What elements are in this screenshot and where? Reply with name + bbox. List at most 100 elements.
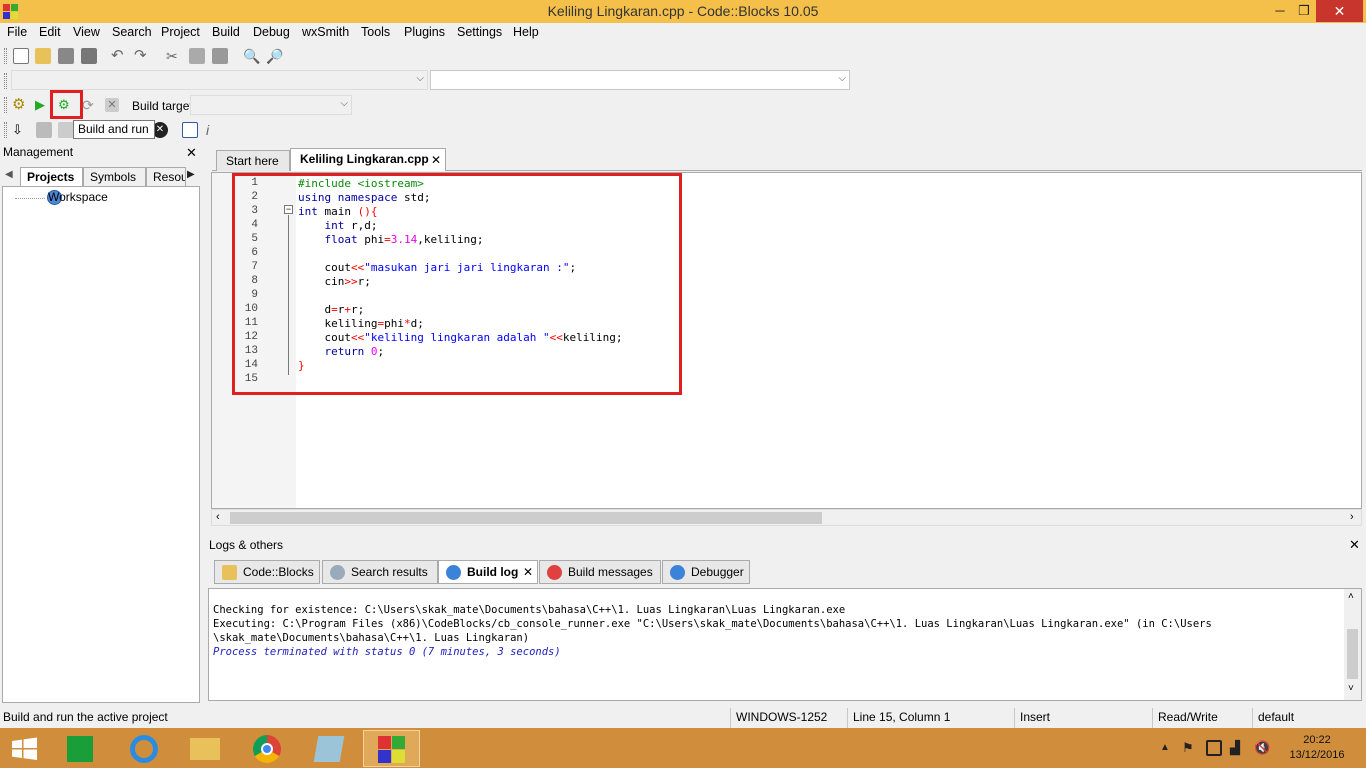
highlight-box-build-and-run: [50, 90, 83, 119]
toolbar-grip[interactable]: [4, 122, 7, 138]
taskbar-clock[interactable]: 20:22 13/12/2016: [1284, 733, 1350, 763]
menu-settings[interactable]: Settings: [457, 25, 502, 39]
volume-muted-icon[interactable]: 🔇: [1254, 740, 1270, 756]
menu-plugins[interactable]: Plugins: [404, 25, 445, 39]
project-tree: Workspace: [2, 186, 200, 703]
debug-step-icon[interactable]: [58, 122, 74, 138]
close-button[interactable]: ✕: [1316, 0, 1363, 22]
taskbar-store-icon[interactable]: [53, 730, 107, 767]
flag-icon[interactable]: ⚑: [1182, 740, 1194, 756]
chevron-down-icon: ⌵: [416, 73, 424, 84]
menu-wxsmith[interactable]: wxSmith: [302, 25, 349, 39]
log-vertical-scrollbar[interactable]: ˄ ˅: [1344, 589, 1361, 700]
menu-file[interactable]: File: [7, 25, 27, 39]
code-completion-toolbar: ⌵ ⌵: [0, 70, 860, 92]
scroll-up-icon[interactable]: ˄: [1348, 591, 1354, 602]
replace-icon[interactable]: 🔎: [266, 48, 283, 64]
toolbar-grip[interactable]: [4, 97, 7, 113]
tab-projects[interactable]: Projects: [20, 167, 83, 186]
taskbar-ie-icon[interactable]: [116, 730, 170, 767]
signal-icon[interactable]: ▟: [1230, 740, 1240, 756]
taskbar-app-icon[interactable]: [302, 730, 356, 767]
taskbar-explorer-icon[interactable]: [178, 730, 232, 767]
close-icon[interactable]: ✕: [1349, 537, 1360, 553]
taskbar-chrome-icon[interactable]: [240, 730, 294, 767]
build-target-select[interactable]: ⌵: [190, 95, 352, 115]
chevron-down-icon: ⌵: [340, 98, 348, 109]
start-button[interactable]: [0, 730, 50, 767]
pencil-icon: [222, 565, 237, 580]
open-folder-icon[interactable]: [35, 48, 51, 64]
clock-time: 20:22: [1303, 734, 1331, 746]
menu-project[interactable]: Project: [161, 25, 200, 39]
debug-info-icon[interactable]: i: [206, 122, 222, 138]
menu-help[interactable]: Help: [513, 25, 539, 39]
tab-resources[interactable]: Resou: [146, 167, 186, 186]
debug-windows-icon[interactable]: [182, 122, 198, 138]
scroll-down-icon[interactable]: ˅: [1348, 683, 1354, 694]
menu-build[interactable]: Build: [212, 25, 240, 39]
restore-button[interactable]: ❐: [1289, 0, 1319, 22]
copy-icon[interactable]: [189, 48, 205, 64]
status-bar: Build and run the active project WINDOWS…: [0, 708, 1366, 728]
tab-build-log[interactable]: Build log ✕: [438, 560, 538, 584]
scrollbar-thumb[interactable]: [230, 512, 822, 524]
menu-view[interactable]: View: [73, 25, 100, 39]
function-select[interactable]: ⌵: [430, 70, 850, 90]
scrollbar-thumb[interactable]: [1347, 629, 1358, 679]
scroll-right-icon[interactable]: ›: [1350, 511, 1354, 523]
run-icon[interactable]: ▶: [35, 97, 51, 113]
tab-build-messages[interactable]: Build messages: [539, 560, 661, 584]
close-tab-icon[interactable]: ✕: [523, 561, 533, 584]
taskbar-codeblocks-icon[interactable]: [363, 730, 420, 767]
build-log-output[interactable]: Checking for existence: C:\Users\skak_ma…: [208, 588, 1362, 701]
editor-horizontal-scrollbar[interactable]: ‹ ›: [211, 509, 1362, 526]
menu-edit[interactable]: Edit: [39, 25, 61, 39]
find-icon[interactable]: 🔍: [243, 48, 260, 64]
close-tab-icon[interactable]: ✕: [431, 153, 441, 167]
cut-icon[interactable]: ✂: [166, 48, 182, 64]
tree-item-workspace[interactable]: Workspace: [48, 190, 108, 204]
save-icon[interactable]: [58, 48, 74, 64]
menu-search[interactable]: Search: [112, 25, 152, 39]
pin-icon: [547, 565, 562, 580]
debug-run-to-cursor-icon[interactable]: ⇩: [12, 122, 28, 138]
editor-tabs: Start here Keliling Lingkaran.cpp ✕: [212, 147, 1362, 171]
tray-expand-icon[interactable]: ▲: [1160, 742, 1170, 753]
taskbar: ▲ ⚑ ▟ 🔇: [0, 728, 1366, 768]
undo-icon[interactable]: ↶: [111, 48, 127, 64]
management-panel: Management ✕ ◀ Projects Symbols Resou ▶ …: [0, 144, 202, 705]
menu-debug[interactable]: Debug: [253, 25, 290, 39]
tree-line: [15, 198, 45, 199]
tab-codeblocks-log[interactable]: Code::Blocks: [214, 560, 320, 584]
tab-start-here[interactable]: Start here: [216, 150, 290, 171]
management-tabs: ◀ Projects Symbols Resou ▶: [0, 167, 202, 186]
status-encoding: WINDOWS-1252: [736, 710, 828, 724]
new-file-icon[interactable]: [13, 48, 29, 64]
gear-icon: [446, 565, 461, 580]
tab-symbols[interactable]: Symbols: [83, 167, 146, 186]
toolbar-grip[interactable]: [4, 48, 7, 64]
build-target-label: Build target:: [132, 99, 197, 113]
scope-select[interactable]: ⌵: [11, 70, 428, 90]
tab-keliling-lingkaran[interactable]: Keliling Lingkaran.cpp: [290, 148, 446, 171]
log-line: \skak_mate\Documents\bahasa\C++\1. Luas …: [213, 632, 530, 644]
abort-icon[interactable]: ✕: [105, 98, 119, 112]
paste-icon[interactable]: [212, 48, 228, 64]
tab-scroll-left-icon[interactable]: ◀: [5, 169, 13, 180]
main-toolbar: ↶ ↷ ✂ 🔍 🔎: [0, 44, 300, 68]
tab-debugger[interactable]: Debugger: [662, 560, 750, 584]
build-gear-icon[interactable]: ⚙: [12, 97, 28, 113]
rebuild-icon[interactable]: ⟳: [82, 97, 98, 113]
tab-label: Search results: [351, 565, 428, 579]
redo-icon[interactable]: ↷: [134, 48, 150, 64]
battery-icon[interactable]: [1206, 740, 1222, 756]
close-icon[interactable]: ✕: [186, 145, 197, 161]
toolbar-grip[interactable]: [4, 73, 7, 89]
tab-scroll-right-icon[interactable]: ▶: [187, 169, 195, 180]
save-all-icon[interactable]: [81, 48, 97, 64]
debug-next-line-icon[interactable]: [36, 122, 52, 138]
tab-search-results[interactable]: Search results: [322, 560, 438, 584]
scroll-left-icon[interactable]: ‹: [216, 511, 220, 523]
menu-tools[interactable]: Tools: [361, 25, 390, 39]
